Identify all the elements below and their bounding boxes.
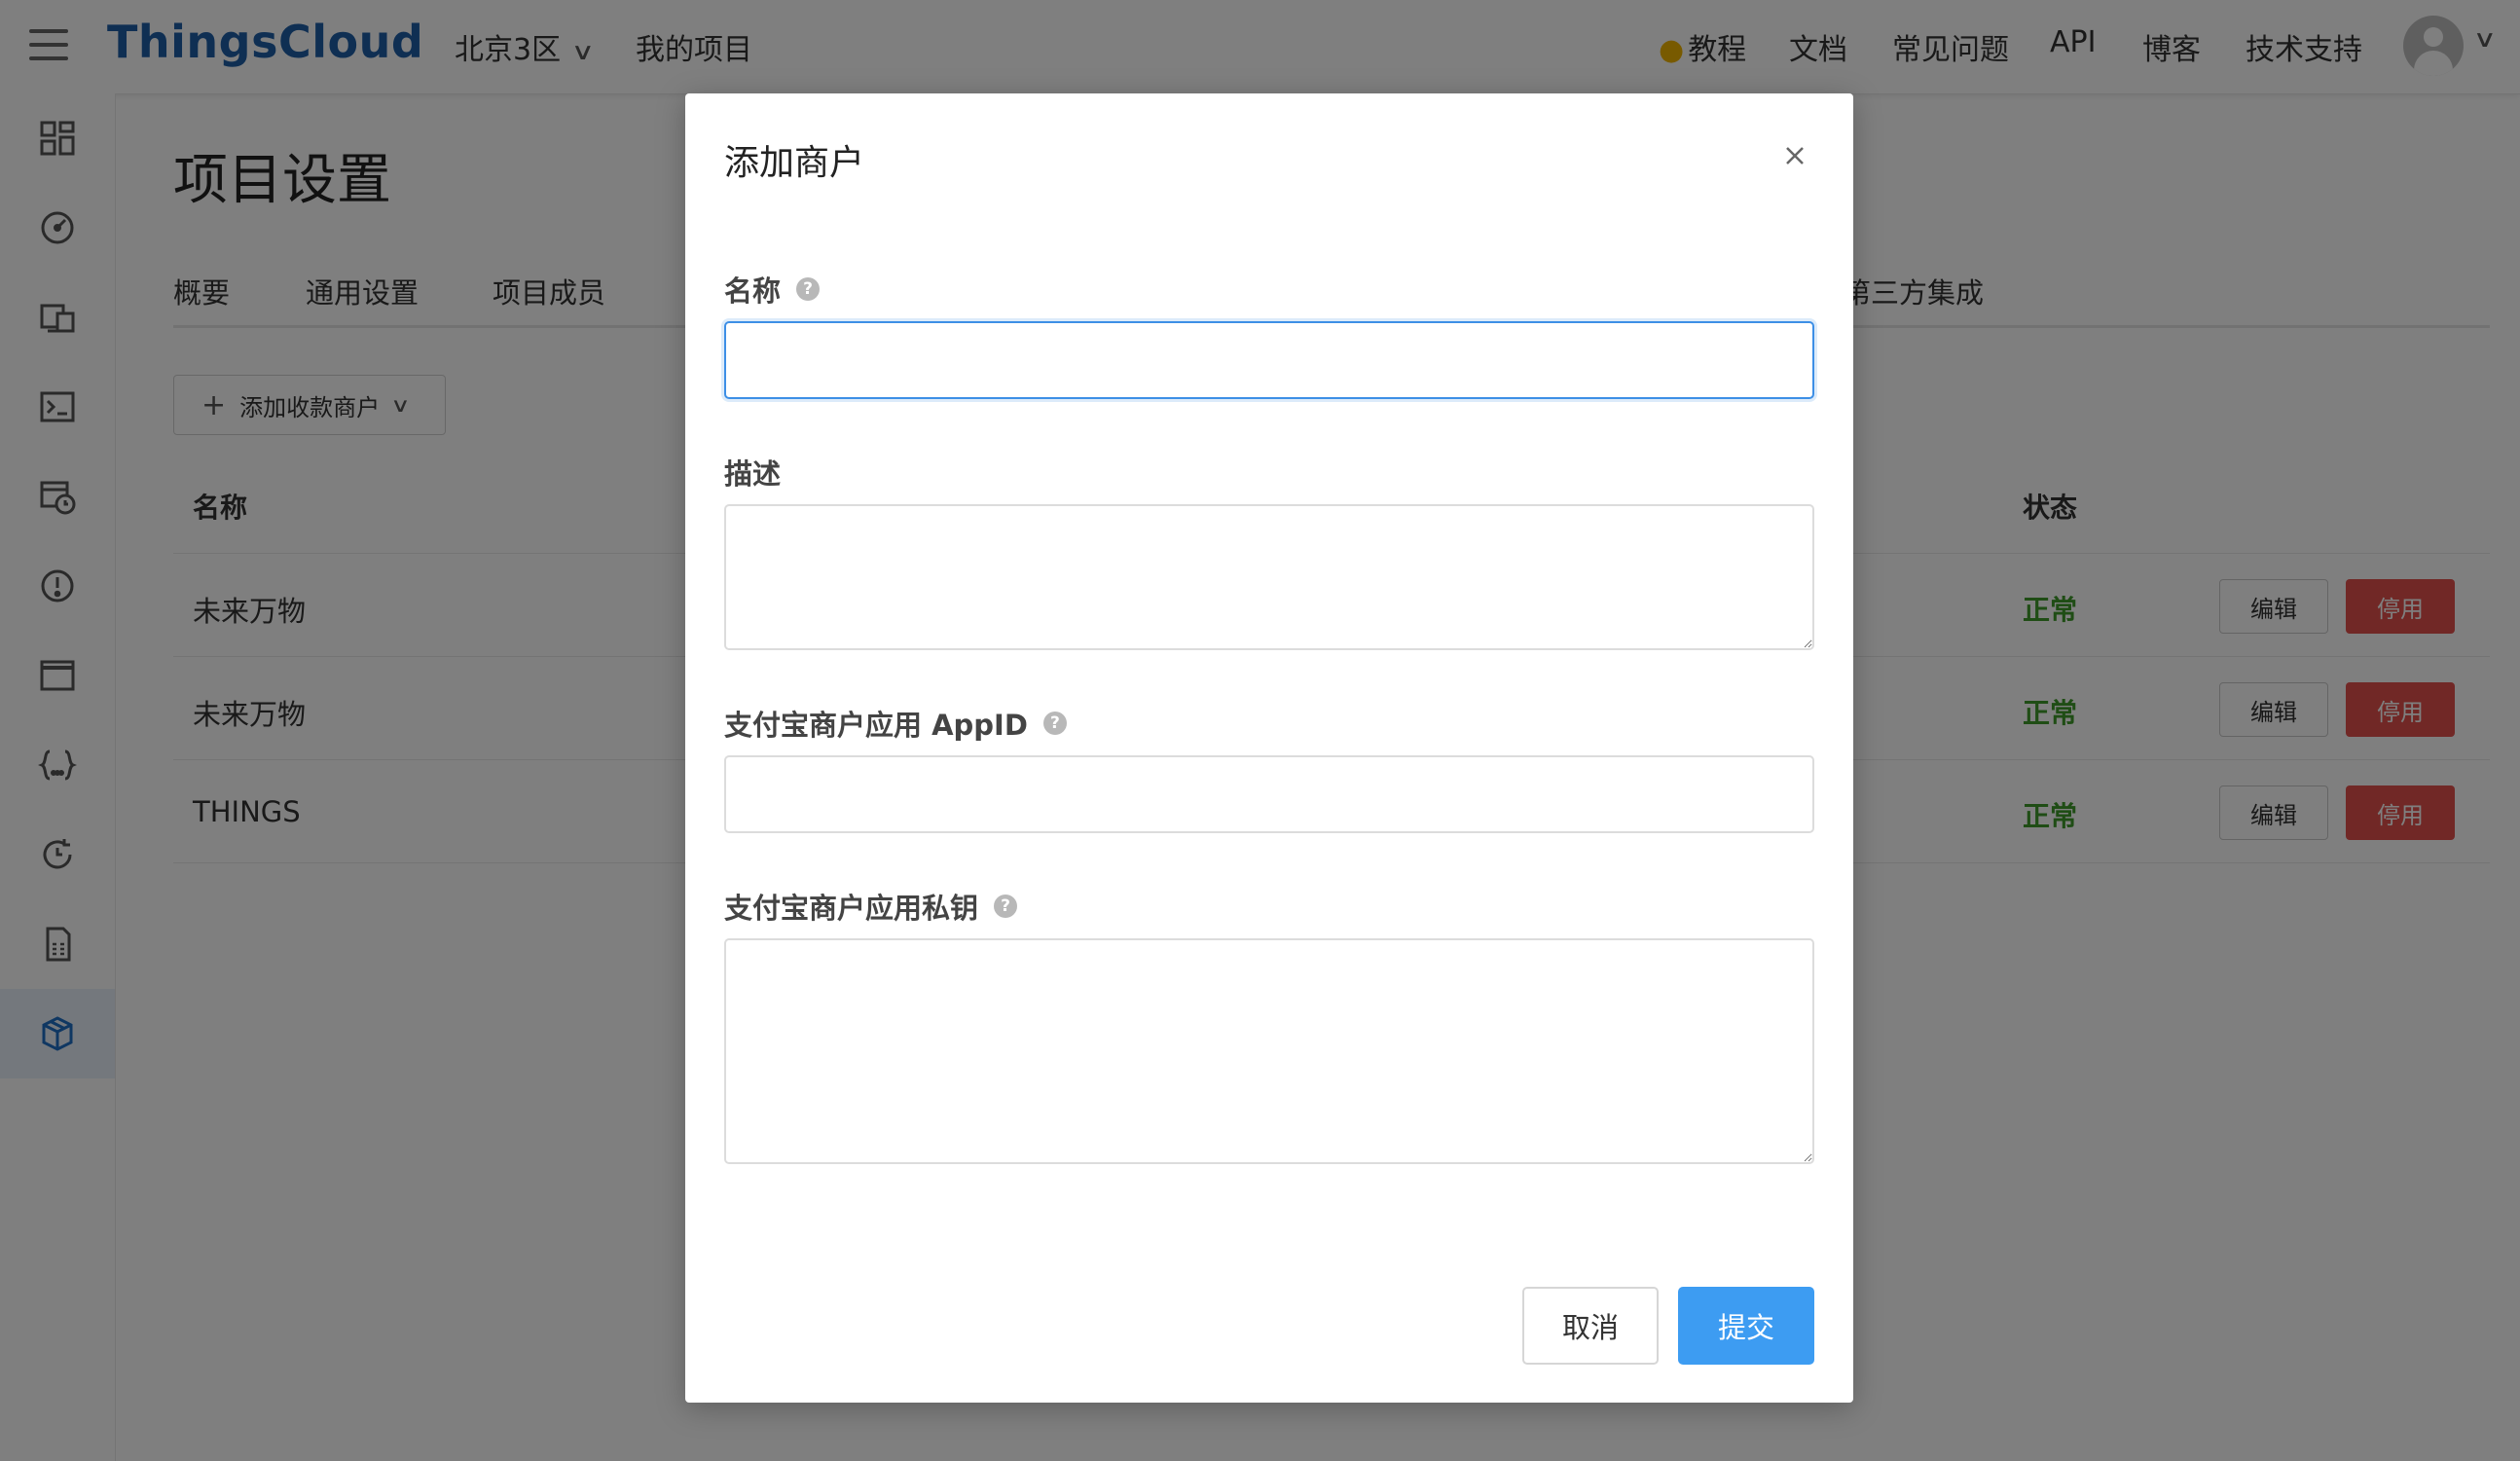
help-icon[interactable]: ? — [1042, 712, 1067, 735]
appid-input[interactable] — [724, 755, 1814, 833]
name-input[interactable] — [724, 321, 1814, 399]
dialog-title: 添加商户 — [724, 143, 865, 183]
description-textarea[interactable] — [724, 504, 1814, 650]
name-label-text: 名称 — [724, 274, 782, 308]
name-field-label: 名称 ? — [724, 269, 821, 310]
add-merchant-dialog: 添加商户 名称 ? 描述 支付宝商户应用 AppID ? 支付宝商户应用私钥 ?… — [685, 93, 1853, 1403]
submit-button[interactable]: 提交 — [1678, 1287, 1814, 1365]
private-key-field-label: 支付宝商户应用私钥 ? — [724, 886, 1018, 927]
private-key-textarea[interactable] — [724, 938, 1814, 1164]
description-label-text: 描述 — [724, 457, 782, 491]
help-icon[interactable]: ? — [796, 277, 821, 301]
help-icon[interactable]: ? — [994, 895, 1018, 918]
cancel-button[interactable]: 取消 — [1522, 1287, 1659, 1365]
private-key-label-text: 支付宝商户应用私钥 — [724, 892, 979, 925]
appid-label-text: 支付宝商户应用 AppID — [724, 709, 1028, 742]
description-field-label: 描述 — [724, 452, 781, 493]
close-icon[interactable] — [1775, 136, 1814, 175]
appid-field-label: 支付宝商户应用 AppID ? — [724, 703, 1067, 744]
